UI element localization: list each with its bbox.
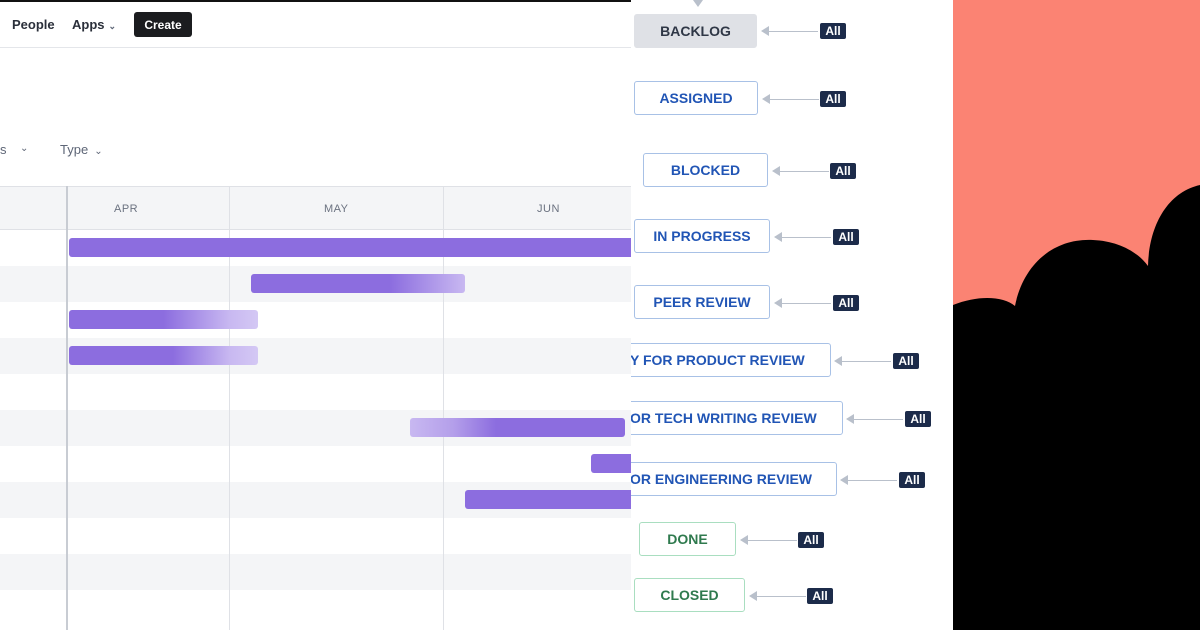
timeline-row	[0, 590, 631, 626]
workflow-diagram: BACKLOG All ASSIGNED All BLOCKED All IN …	[631, 0, 953, 630]
transition-line	[853, 419, 903, 420]
arrow-down-icon	[693, 0, 703, 7]
timeline-row	[0, 446, 631, 482]
decorative-panel	[953, 0, 1200, 630]
timeline-bar[interactable]	[69, 346, 258, 365]
timeline-bar[interactable]	[251, 274, 465, 293]
status-ready-for-engineering-review[interactable]: OR ENGINEERING REVIEW	[631, 462, 837, 496]
nav-apps-label: Apps	[72, 17, 105, 32]
timeline-view: People Apps ⌄ Create s ⌄ Type ⌄ APR MAY JU…	[0, 0, 631, 630]
timeline-bar[interactable]	[69, 310, 258, 329]
nav-people[interactable]: People	[12, 17, 55, 32]
month-label-jun: JUN	[537, 203, 560, 215]
status-ready-for-product-review[interactable]: Y FOR PRODUCT REVIEW	[631, 343, 831, 377]
chevron-down-icon: ⌄	[94, 146, 103, 157]
transition-line	[841, 361, 891, 362]
all-badge[interactable]: All	[820, 23, 846, 39]
status-assigned[interactable]: ASSIGNED	[634, 81, 758, 115]
chevron-down-icon: ⌄	[108, 21, 117, 31]
timeline-divider[interactable]	[66, 186, 68, 630]
transition-line	[779, 171, 829, 172]
create-button[interactable]: Create	[134, 12, 192, 37]
nav-apps[interactable]: Apps ⌄	[72, 17, 116, 32]
type-filter-label: Type	[60, 142, 89, 157]
status-backlog[interactable]: BACKLOG	[634, 14, 757, 48]
all-badge[interactable]: All	[833, 295, 859, 311]
top-navigation: People Apps ⌄ Create	[0, 0, 631, 48]
status-in-progress[interactable]: IN PROGRESS	[634, 219, 770, 253]
transition-line	[747, 540, 797, 541]
timeline-row	[0, 518, 631, 554]
status-filter[interactable]: s	[0, 142, 7, 157]
status-blocked[interactable]: BLOCKED	[643, 153, 768, 187]
timeline-bar[interactable]	[465, 490, 631, 509]
chevron-down-icon[interactable]: ⌄	[20, 143, 28, 154]
all-badge[interactable]: All	[893, 353, 919, 369]
status-done[interactable]: DONE	[639, 522, 736, 556]
all-badge[interactable]: All	[807, 588, 833, 604]
timeline-row	[0, 374, 631, 410]
month-label-apr: APR	[114, 203, 139, 215]
status-ready-for-tech-writing-review[interactable]: OR TECH WRITING REVIEW	[631, 401, 843, 435]
type-filter[interactable]: Type ⌄	[60, 142, 103, 157]
month-label-may: MAY	[324, 203, 349, 215]
transition-line	[847, 480, 897, 481]
all-badge[interactable]: All	[830, 163, 856, 179]
timeline-bar[interactable]	[591, 454, 631, 473]
transition-line	[781, 303, 831, 304]
issue-column-header	[0, 187, 67, 229]
all-badge[interactable]: All	[899, 472, 925, 488]
transition-line	[768, 31, 818, 32]
transition-line	[781, 237, 831, 238]
timeline-row	[0, 554, 631, 590]
all-badge[interactable]: All	[905, 411, 931, 427]
all-badge[interactable]: All	[820, 91, 846, 107]
timeline-header: APR MAY JUN	[0, 186, 631, 230]
status-closed[interactable]: CLOSED	[634, 578, 745, 612]
timeline-bar[interactable]	[410, 418, 625, 437]
status-peer-review[interactable]: PEER REVIEW	[634, 285, 770, 319]
all-badge[interactable]: All	[833, 229, 859, 245]
transition-line	[769, 99, 819, 100]
transition-line	[756, 596, 806, 597]
cloud-shape	[953, 185, 1200, 630]
all-badge[interactable]: All	[798, 532, 824, 548]
timeline-bar[interactable]	[69, 238, 631, 257]
